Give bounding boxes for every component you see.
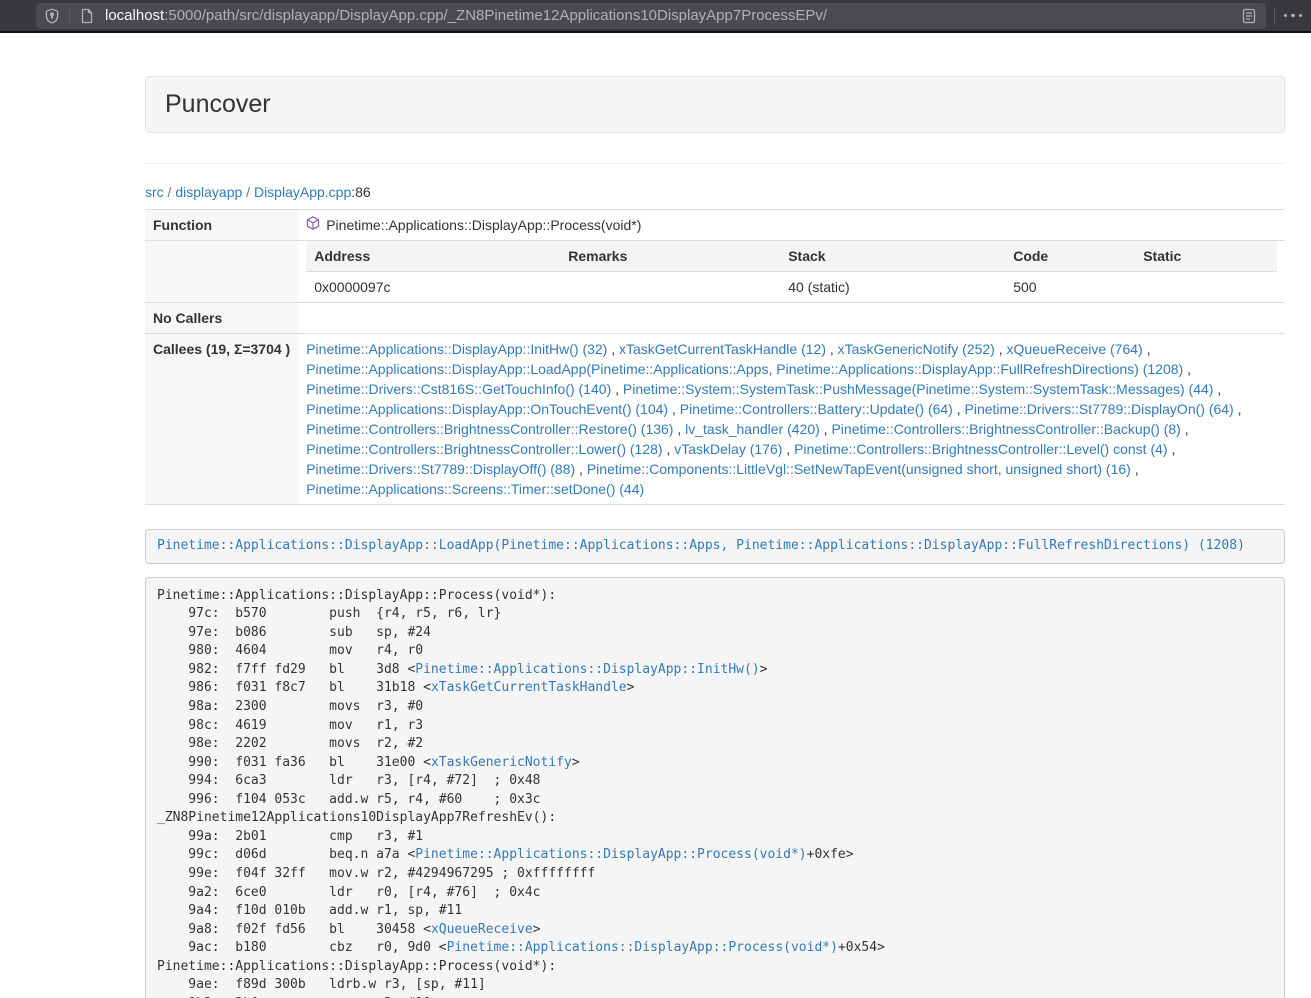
disassembly-listing: Pinetime::Applications::DisplayApp::Proc… bbox=[145, 577, 1285, 998]
asm-symbol-link[interactable]: xTaskGetCurrentTaskHandle bbox=[431, 680, 627, 695]
breadcrumb-separator: / bbox=[164, 184, 176, 200]
callee-link[interactable]: Pinetime::Drivers::Cst816S::GetTouchInfo… bbox=[306, 381, 611, 397]
function-detail-table: Function Pinetime::Applications::Display… bbox=[145, 209, 1285, 505]
callee-link[interactable]: Pinetime::Applications::DisplayApp::OnTo… bbox=[306, 401, 668, 417]
asm-symbol-link[interactable]: Pinetime::Applications::DisplayApp::Init… bbox=[415, 662, 759, 677]
address-value: 0x0000097c bbox=[306, 272, 560, 303]
breadcrumb-links: src / displayapp / DisplayApp.cpp bbox=[145, 184, 351, 200]
breadcrumb-link[interactable]: displayapp bbox=[175, 184, 242, 200]
browser-toolbar: localhost:5000/path/src/displayapp/Displ… bbox=[0, 0, 1311, 33]
stack-value: 40 (static) bbox=[780, 272, 1005, 303]
snippet-symbol-link[interactable]: Pinetime::Applications::DisplayApp::Load… bbox=[157, 538, 1245, 553]
callee-link[interactable]: Pinetime::Controllers::Battery::Update()… bbox=[680, 401, 953, 417]
callee-link[interactable]: Pinetime::Drivers::St7789::DisplayOff() … bbox=[306, 461, 575, 477]
col-header-stack: Stack bbox=[780, 241, 1005, 272]
asm-symbol-link[interactable]: Pinetime::Applications::DisplayApp::Proc… bbox=[415, 847, 806, 862]
reader-mode-icon[interactable] bbox=[1241, 8, 1257, 24]
static-value bbox=[1135, 272, 1277, 303]
callee-link[interactable]: Pinetime::System::SystemTask::PushMessag… bbox=[623, 381, 1214, 397]
table-row: Callees (19, Σ=3704 ) Pinetime::Applicat… bbox=[145, 334, 1285, 505]
table-row: Address Remarks Stack Code Static 0x0000… bbox=[145, 241, 1285, 303]
function-name: Pinetime::Applications::DisplayApp::Proc… bbox=[326, 215, 641, 235]
urlbar-divider bbox=[69, 8, 70, 24]
no-callers-label: No Callers bbox=[145, 303, 298, 334]
function-cube-icon bbox=[306, 215, 320, 235]
function-stats-table: Address Remarks Stack Code Static 0x0000… bbox=[306, 241, 1277, 302]
col-header-code: Code bbox=[1005, 241, 1135, 272]
url-bar[interactable]: localhost:5000/path/src/displayapp/Displ… bbox=[36, 3, 1266, 29]
col-header-remarks: Remarks bbox=[560, 241, 780, 272]
source-line-snippet: Pinetime::Applications::DisplayApp::Load… bbox=[145, 529, 1285, 564]
table-row: Function Pinetime::Applications::Display… bbox=[145, 210, 1285, 241]
callee-link[interactable]: Pinetime::Applications::DisplayApp::Init… bbox=[306, 341, 607, 357]
asm-symbol-link[interactable]: Pinetime::Applications::DisplayApp::Proc… bbox=[447, 940, 838, 955]
divider bbox=[145, 163, 1285, 164]
breadcrumb-link[interactable]: DisplayApp.cpp bbox=[254, 184, 351, 200]
breadcrumb-line-number: :86 bbox=[351, 184, 370, 200]
app-header: Puncover bbox=[145, 76, 1285, 133]
callees-label: Callees (19, Σ=3704 ) bbox=[145, 334, 298, 505]
callee-link[interactable]: xTaskGenericNotify (252) bbox=[838, 341, 995, 357]
tracking-protection-shield-icon[interactable] bbox=[44, 8, 60, 24]
code-value: 500 bbox=[1005, 272, 1135, 303]
callee-link[interactable]: Pinetime::Controllers::BrightnessControl… bbox=[794, 441, 1167, 457]
callee-link[interactable]: Pinetime::Components::LittleVgl::SetNewT… bbox=[587, 461, 1131, 477]
callee-link[interactable]: xTaskGetCurrentTaskHandle (12) bbox=[619, 341, 826, 357]
page-actions-menu-icon[interactable] bbox=[1275, 14, 1311, 18]
app-title: Puncover bbox=[165, 90, 271, 118]
table-row: No Callers bbox=[145, 303, 1285, 334]
callee-link[interactable]: Pinetime::Controllers::BrightnessControl… bbox=[306, 421, 673, 437]
col-header-static: Static bbox=[1135, 241, 1277, 272]
callee-link[interactable]: Pinetime::Controllers::BrightnessControl… bbox=[831, 421, 1180, 437]
breadcrumb-separator: / bbox=[242, 184, 254, 200]
table-row: 0x0000097c 40 (static) 500 bbox=[306, 272, 1277, 303]
callee-link[interactable]: Pinetime::Applications::Screens::Timer::… bbox=[306, 481, 644, 497]
url-path: :5000/path/src/displayapp/DisplayApp.cpp… bbox=[164, 7, 827, 24]
url-host: localhost bbox=[105, 7, 164, 24]
callee-link[interactable]: xQueueReceive (764) bbox=[1007, 341, 1143, 357]
callee-link[interactable]: Pinetime::Applications::DisplayApp::Load… bbox=[306, 361, 1183, 377]
url-text[interactable]: localhost:5000/path/src/displayapp/Displ… bbox=[105, 7, 1233, 24]
site-identity-page-icon[interactable] bbox=[79, 8, 95, 24]
breadcrumb: src / displayapp / DisplayApp.cpp:86 bbox=[145, 184, 1285, 200]
col-header-address: Address bbox=[306, 241, 560, 272]
page-container: Puncover src / displayapp / DisplayApp.c… bbox=[145, 76, 1285, 998]
callee-link[interactable]: lv_task_handler (420) bbox=[685, 421, 820, 437]
callee-link[interactable]: Pinetime::Drivers::St7789::DisplayOn() (… bbox=[965, 401, 1234, 417]
asm-symbol-link[interactable]: xTaskGenericNotify bbox=[431, 755, 572, 770]
function-label: Function bbox=[145, 210, 298, 241]
asm-symbol-link[interactable]: xQueueReceive bbox=[431, 922, 533, 937]
remarks-value bbox=[560, 272, 780, 303]
callees-list: Pinetime::Applications::DisplayApp::Init… bbox=[298, 334, 1285, 505]
callee-link[interactable]: Pinetime::Controllers::BrightnessControl… bbox=[306, 441, 662, 457]
callee-link[interactable]: vTaskDelay (176) bbox=[674, 441, 782, 457]
breadcrumb-link[interactable]: src bbox=[145, 184, 164, 200]
